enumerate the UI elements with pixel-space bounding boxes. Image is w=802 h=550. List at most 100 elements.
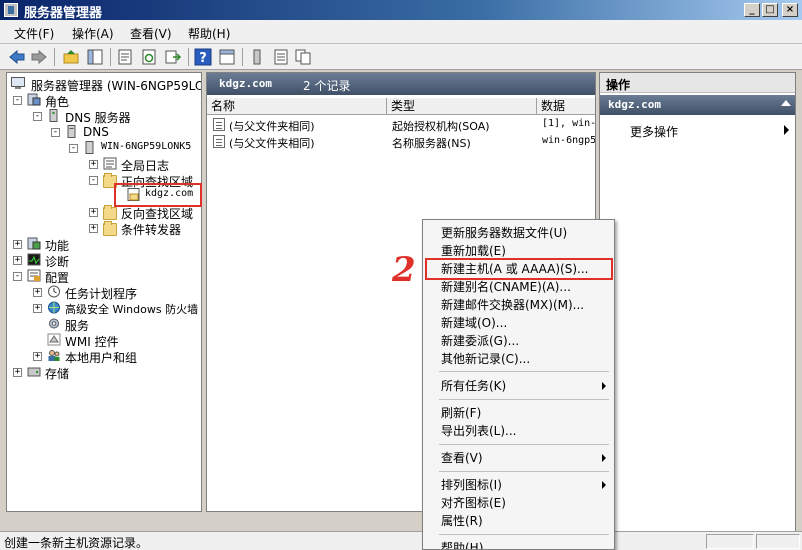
tree-item-dns-server[interactable]: - DNS 服务器 <box>33 108 193 125</box>
expand-icon[interactable]: + <box>33 304 42 313</box>
expand-icon[interactable]: + <box>13 256 22 265</box>
collapse-icon[interactable]: - <box>89 176 98 185</box>
users-icon <box>48 350 60 361</box>
tree-label-storage: 存储 <box>45 367 70 381</box>
tree-item-task-scheduler[interactable]: + 任务计划程序 <box>33 284 199 301</box>
dns-server-icon <box>49 109 58 122</box>
menu-bar: 文件(F) 操作(A) 查看(V) 帮助(H) <box>0 20 802 44</box>
folder-icon <box>103 205 117 220</box>
maximize-button[interactable]: □ <box>762 3 778 17</box>
configuration-icon <box>27 269 41 282</box>
menu-item-export-list[interactable]: 导出列表(L)... <box>423 422 614 440</box>
app-icon <box>4 3 18 17</box>
menu-item-other-records[interactable]: 其他新记录(C)... <box>423 350 614 368</box>
console-tree: 服务器管理器 (WIN-6NGP59LONK5 - 角色 - DNS 服务器 -… <box>6 72 202 512</box>
export-icon[interactable] <box>164 48 182 66</box>
menu-item-align-icons[interactable]: 对齐图标(E) <box>423 494 614 512</box>
tree-item-local-users[interactable]: + 本地用户和组 <box>33 348 199 365</box>
menu-item-arrange-icons[interactable]: 排列图标(I) <box>423 476 614 494</box>
more-actions-link[interactable]: 更多操作 <box>630 123 678 140</box>
help-icon[interactable]: ? <box>194 48 212 66</box>
collapse-icon[interactable]: - <box>69 144 78 153</box>
expand-icon[interactable]: + <box>13 368 22 377</box>
collapse-icon[interactable]: - <box>51 128 60 137</box>
tree-item-services[interactable]: 服务 <box>33 316 199 333</box>
gear-icon <box>49 318 59 329</box>
tree-item-wmi[interactable]: WMI 控件 <box>33 332 199 349</box>
tree-item-firewall[interactable]: + 高级安全 Windows 防火墙 <box>33 300 199 316</box>
collapse-icon[interactable]: - <box>13 272 22 281</box>
tree-item-roles[interactable]: - 角色 <box>13 92 193 109</box>
actions-pane: 操作 kdgz.com 更多操作 <box>599 72 796 532</box>
svg-text:?: ? <box>199 51 207 66</box>
show-tree-icon[interactable] <box>86 48 104 66</box>
log-icon <box>103 157 117 170</box>
column-header-type[interactable]: 类型 <box>387 98 537 115</box>
refresh-icon[interactable] <box>140 48 158 66</box>
table-row[interactable]: (与父文件夹相同) 起始授权机构(SOA) [1], win- <box>207 116 595 133</box>
expand-icon[interactable]: + <box>89 160 98 169</box>
properties-icon[interactable] <box>116 48 134 66</box>
tree-item-host[interactable]: - WIN-6NGP59LONK5 <box>69 140 199 156</box>
results-zone-name: kdgz.com <box>219 77 272 90</box>
tree-item-conditional-forwarders[interactable]: + 条件转发器 <box>89 220 199 237</box>
menu-item-view[interactable]: 查看(V) <box>423 449 614 467</box>
features-icon <box>27 237 41 250</box>
tree-label-dns: DNS <box>83 125 109 139</box>
forward-arrow-icon[interactable] <box>30 48 48 66</box>
up-folder-icon[interactable] <box>62 48 80 66</box>
submenu-arrow-icon <box>784 125 789 135</box>
expand-icon[interactable]: + <box>33 352 42 361</box>
menu-item-all-tasks[interactable]: 所有任务(K) <box>423 377 614 395</box>
column-header-name[interactable]: 名称 <box>207 98 387 115</box>
tree-horizontal-scrollbar[interactable]: ◀ ▶ <box>7 511 201 512</box>
minimize-button[interactable]: _ <box>744 3 760 17</box>
expand-icon[interactable]: + <box>89 208 98 217</box>
menu-help[interactable]: 帮助(H) <box>188 25 230 42</box>
console-icon[interactable] <box>218 48 236 66</box>
menu-file[interactable]: 文件(F) <box>14 25 54 42</box>
menu-item-properties[interactable]: 属性(R) <box>423 512 614 530</box>
status-cell <box>706 534 754 549</box>
expand-icon[interactable]: + <box>89 224 98 233</box>
collapse-icon[interactable]: - <box>33 112 42 121</box>
tree-item-configuration[interactable]: - 配置 <box>13 268 193 285</box>
expand-icon[interactable]: + <box>13 240 22 249</box>
collapse-caret-icon[interactable] <box>781 100 791 106</box>
tree-item-dns[interactable]: - DNS <box>51 124 191 140</box>
submenu-arrow-icon <box>602 454 606 462</box>
tree-item-storage[interactable]: + 存储 <box>13 364 193 381</box>
collapse-icon[interactable]: - <box>13 96 22 105</box>
tree-item-diagnostics[interactable]: + 诊断 <box>13 252 193 269</box>
table-row[interactable]: (与父文件夹相同) 名称服务器(NS) win-6ngp5 <box>207 133 596 150</box>
menu-item-new-delegation[interactable]: 新建委派(G)... <box>423 332 614 350</box>
back-arrow-icon[interactable] <box>8 48 26 66</box>
record-list-icon[interactable] <box>272 48 290 66</box>
menu-item-help[interactable]: 帮助(H) <box>423 539 614 549</box>
tree-root[interactable]: 服务器管理器 (WIN-6NGP59LONK5 <box>11 76 201 93</box>
expand-icon[interactable]: + <box>33 288 42 297</box>
submenu-arrow-icon <box>602 382 606 390</box>
menu-view[interactable]: 查看(V) <box>130 25 172 42</box>
firewall-icon <box>48 301 60 314</box>
actions-zone-header[interactable]: kdgz.com <box>600 95 795 115</box>
record-data: win-6ngp5 <box>542 135 596 146</box>
record-name: (与父文件夹相同) <box>229 120 315 133</box>
actions-zone-label: kdgz.com <box>608 98 661 111</box>
menu-item-new-alias[interactable]: 新建别名(CNAME)(A)... <box>423 278 614 296</box>
close-button[interactable]: × <box>782 3 798 17</box>
record-type: 起始授权机构(SOA) <box>392 120 490 133</box>
diagnostics-icon <box>27 253 41 266</box>
menu-item-refresh[interactable]: 刷新(F) <box>423 404 614 422</box>
tree-item-features[interactable]: + 功能 <box>13 236 193 253</box>
menu-item-new-mx[interactable]: 新建邮件交换器(MX)(M)... <box>423 296 614 314</box>
menu-item-update-file[interactable]: 更新服务器数据文件(U) <box>423 224 614 242</box>
server-list-icon[interactable] <box>248 48 266 66</box>
tree-item-global-logs[interactable]: + 全局日志 <box>89 156 199 173</box>
column-header-data[interactable]: 数据 <box>537 98 595 115</box>
menu-item-new-domain[interactable]: 新建域(O)... <box>423 314 614 332</box>
menu-action[interactable]: 操作(A) <box>72 25 114 42</box>
menu-separator <box>439 399 609 400</box>
copy-icon[interactable] <box>294 48 312 66</box>
server-icon <box>85 141 94 154</box>
